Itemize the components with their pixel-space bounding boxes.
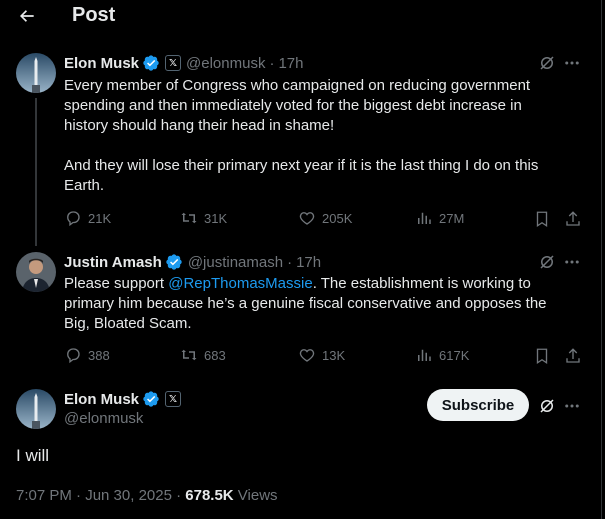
views-count: 617K [439, 347, 470, 363]
repost-icon [181, 212, 197, 224]
more-button[interactable] [562, 53, 582, 73]
post-timestamp[interactable]: 7:07 PM · Jun 30, 2025 · [16, 487, 185, 504]
post-time[interactable]: 17h [278, 55, 303, 72]
subscribe-button[interactable]: Subscribe [427, 389, 529, 421]
avatar[interactable] [16, 252, 56, 292]
more-button[interactable] [562, 396, 582, 416]
grok-button[interactable] [537, 396, 557, 416]
reply-count: 21K [88, 210, 112, 226]
views-button[interactable]: 617K [415, 346, 469, 364]
like-icon [299, 212, 315, 225]
post-meta: 7:07 PM · Jun 30, 2025 · 678.5K Views [16, 487, 278, 504]
views-icon [418, 212, 431, 224]
post-text: Every member of Congress who campaigned … [64, 77, 539, 194]
views-icon [418, 349, 431, 361]
repost-button[interactable]: 31K [180, 209, 227, 227]
post-header: Justin Amash @justinamash · 17h [64, 252, 321, 272]
separator-dot: · [287, 253, 293, 271]
grok-button[interactable] [537, 53, 557, 73]
bookmark-button[interactable] [532, 209, 552, 229]
back-button[interactable] [14, 4, 40, 28]
like-count: 13K [322, 347, 346, 363]
reply-button[interactable]: 388 [64, 346, 110, 364]
more-button[interactable] [562, 252, 582, 272]
bookmark-button[interactable] [532, 346, 552, 366]
verified-icon [142, 54, 160, 72]
repost-icon [181, 349, 197, 361]
more-icon [565, 260, 579, 264]
like-button[interactable]: 205K [298, 209, 352, 227]
x-affiliate-icon: 𝕏 [165, 55, 182, 71]
post-text: Please support @RepThomasMassie. The est… [64, 274, 569, 334]
author-handle[interactable]: @elonmusk [64, 410, 143, 427]
separator-dot: · [269, 54, 275, 72]
like-button[interactable]: 13K [298, 346, 345, 364]
more-icon [565, 404, 579, 408]
author-handle[interactable]: @justinamash [188, 254, 283, 271]
like-icon [299, 349, 315, 362]
author-handle[interactable]: @elonmusk [186, 55, 265, 72]
grok-icon [540, 255, 554, 269]
author-name[interactable]: Elon Musk [64, 391, 139, 408]
avatar[interactable] [16, 389, 56, 429]
grok-icon [540, 56, 554, 70]
repost-button[interactable]: 683 [180, 346, 226, 364]
bookmark-icon [536, 348, 548, 365]
verified-icon [165, 253, 183, 271]
like-count: 205K [322, 210, 353, 226]
share-icon [566, 211, 580, 226]
grok-icon [540, 399, 554, 413]
views-button[interactable]: 27M [415, 209, 464, 227]
column-border [601, 0, 602, 519]
bookmark-icon [536, 211, 548, 228]
verified-icon [142, 390, 160, 408]
reply-icon [67, 348, 80, 364]
post-header: Elon Musk 𝕏 [64, 389, 182, 409]
post-time[interactable]: 17h [296, 254, 321, 271]
reply-button[interactable]: 21K [64, 209, 111, 227]
post-header: Elon Musk 𝕏 @elonmusk · 17h [64, 53, 303, 73]
share-button[interactable] [563, 346, 583, 366]
page-title: Post [72, 4, 116, 26]
author-name[interactable]: Elon Musk [64, 55, 139, 72]
reply-count: 388 [88, 347, 110, 363]
x-affiliate-icon: 𝕏 [165, 391, 182, 407]
share-icon [566, 348, 580, 363]
page-header: Post [0, 0, 605, 32]
back-arrow-icon [20, 10, 34, 22]
mention-link[interactable]: @RepThomasMassie [168, 275, 312, 292]
reply-icon [67, 211, 80, 227]
thread-line [35, 98, 37, 246]
repost-count: 683 [204, 347, 226, 363]
author-name[interactable]: Justin Amash [64, 254, 162, 271]
repost-count: 31K [204, 210, 228, 226]
grok-button[interactable] [537, 252, 557, 272]
avatar[interactable] [16, 53, 56, 93]
views-count: 678.5K [185, 487, 234, 504]
views-label: Views [233, 487, 278, 504]
main-post-text: I will [16, 446, 50, 465]
post-text-start: Please support [64, 275, 169, 292]
views-count: 27M [439, 210, 465, 226]
share-button[interactable] [563, 209, 583, 229]
more-icon [565, 61, 579, 65]
